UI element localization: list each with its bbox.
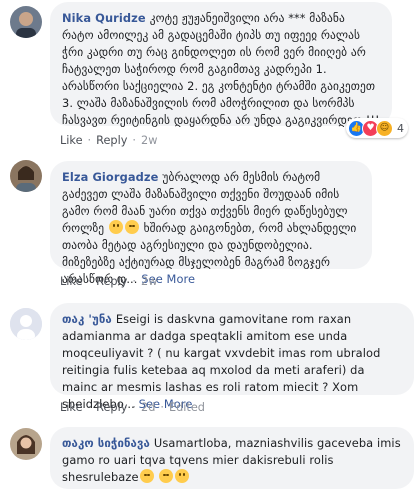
avatar[interactable] (10, 428, 42, 460)
reactions-summary[interactable]: 👍 ♥ ☺ 4 (346, 118, 408, 138)
like-link[interactable]: Like (60, 134, 83, 147)
comment-bubble: თაკ 'უნა Eseigi is daskvna gamovitane rom… (50, 303, 414, 411)
timestamp[interactable]: 2w (141, 134, 157, 147)
comment-author[interactable]: თაკო სიჭინავა (62, 436, 150, 450)
timestamp[interactable]: 2d (141, 401, 155, 414)
reaction-count: 4 (397, 121, 404, 135)
comment-author[interactable]: Elza Giorgadze (62, 170, 158, 184)
comment-actions: Like · Reply · 2w (60, 134, 158, 147)
comment-bubble: Nika Quridze კოტე ჟუჟანეიშვილი არა *** მა… (50, 2, 392, 127)
avatar[interactable] (10, 160, 42, 192)
reply-link[interactable]: Reply (96, 275, 127, 288)
default-avatar-icon (10, 308, 42, 340)
reply-link[interactable]: Reply (96, 401, 127, 414)
comment-bubble: Elza Giorgadze უბრალოდ არ მესმის რატომ გა… (50, 161, 372, 286)
confounded-emoji-icon (124, 220, 139, 234)
unamused-emoji-icon (175, 469, 190, 483)
comment-text: კოტე ჟუჟანეიშვილი არა *** მაზანა რატო ამ… (62, 11, 380, 127)
wink-emoji-icon (108, 220, 123, 234)
haha-reaction-icon: ☺ (376, 119, 393, 137)
tired-emoji-icon (139, 469, 154, 483)
comment-actions: Like · Reply · 2w (60, 275, 158, 288)
tired-emoji-icon (159, 469, 174, 483)
like-link[interactable]: Like (60, 275, 83, 288)
edited-label[interactable]: Edited (169, 401, 205, 414)
like-link[interactable]: Like (60, 401, 83, 414)
comment-actions: Like · Reply · 2d · Edited (60, 401, 205, 414)
comment-text: Eseigi is daskvna gamovitane rom raxan a… (62, 312, 381, 411)
avatar[interactable] (10, 6, 42, 38)
reply-link[interactable]: Reply (96, 134, 127, 147)
comment-bubble: თაკო სიჭინავა Usamartloba, mazniashvilis … (50, 427, 414, 489)
avatar-placeholder[interactable] (10, 308, 42, 340)
timestamp[interactable]: 2w (141, 275, 157, 288)
comment-author[interactable]: თაკ 'უნა (62, 312, 112, 326)
comment-author[interactable]: Nika Quridze (62, 11, 146, 25)
